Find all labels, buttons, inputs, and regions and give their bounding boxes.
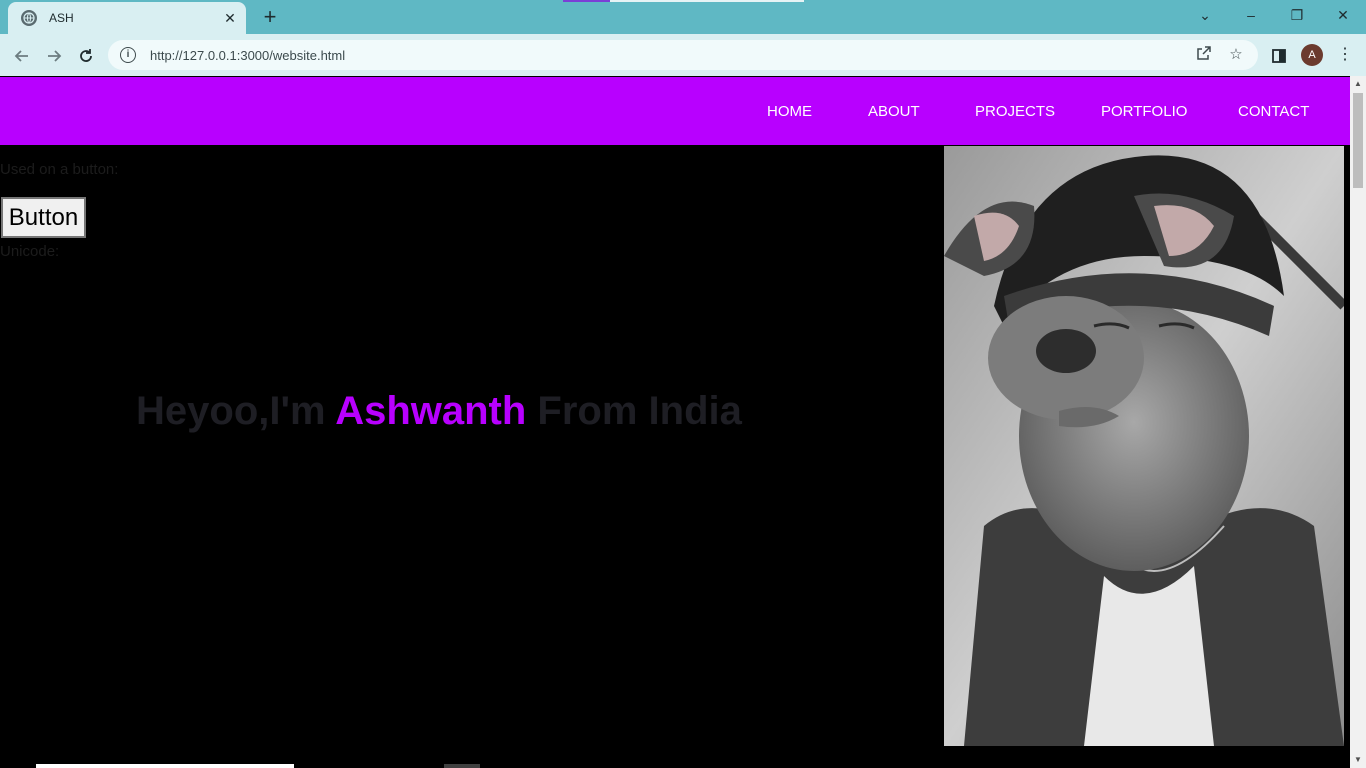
hero-name: Ashwanth — [335, 389, 527, 433]
info-icon[interactable]: i — [120, 47, 136, 63]
reload-icon — [80, 49, 92, 62]
vertical-scrollbar[interactable]: ▲ ▼ — [1350, 76, 1366, 768]
nav-contact[interactable]: CONTACT — [1238, 103, 1309, 121]
reload-button[interactable] — [74, 44, 98, 68]
hero-heading: Heyoo,I'm Ashwanth From India — [136, 389, 742, 434]
share-icon[interactable] — [1194, 45, 1214, 65]
kebab-menu-icon[interactable]: ⋮ — [1333, 44, 1357, 68]
globe-icon — [21, 10, 37, 26]
scrollbar-thumb[interactable] — [1353, 93, 1363, 188]
nav-portfolio[interactable]: PORTFOLIO — [1101, 103, 1187, 121]
close-window-button[interactable]: ✕ — [1320, 0, 1366, 30]
tab-search-dropdown-icon[interactable]: ⌄ — [1182, 0, 1228, 30]
arrow-right-icon — [48, 50, 62, 62]
url-text[interactable]: http://127.0.0.1:3000/website.html — [150, 48, 1194, 63]
profile-avatar[interactable]: A — [1301, 44, 1323, 66]
unicode-label: Unicode: — [0, 243, 60, 260]
page-viewport: HOME ABOUT PROJECTS PORTFOLIO CONTACT Us… — [0, 76, 1350, 768]
hero-prefix: Heyoo,I'm — [136, 389, 336, 433]
used-on-button-label: Used on a button: — [0, 161, 119, 178]
tab-strip-accent — [563, 0, 610, 2]
nav-home[interactable]: HOME — [767, 103, 812, 121]
tab-title: ASH — [49, 11, 74, 25]
back-button[interactable] — [10, 44, 34, 68]
horizontal-scroll-indicator — [36, 764, 294, 768]
hero-suffix: From India — [526, 389, 742, 433]
forward-button[interactable] — [42, 44, 66, 68]
browser-toolbar: i http://127.0.0.1:3000/website.html ☆ A… — [0, 34, 1366, 76]
star-icon[interactable]: ☆ — [1226, 45, 1246, 65]
browser-tab-bar: ASH ✕ + ⌄ – ❐ ✕ — [0, 0, 1366, 34]
nav-projects[interactable]: PROJECTS — [975, 103, 1055, 121]
profile-photo — [944, 146, 1344, 746]
new-tab-button[interactable]: + — [258, 6, 282, 30]
nav-about[interactable]: ABOUT — [868, 103, 920, 121]
minimize-button[interactable]: – — [1228, 0, 1274, 30]
demo-button[interactable]: Button — [1, 197, 86, 238]
scroll-up-arrow-icon[interactable]: ▲ — [1350, 76, 1366, 92]
arrow-left-icon — [14, 50, 28, 62]
close-tab-icon[interactable]: ✕ — [222, 10, 238, 26]
side-panel-icon[interactable] — [1267, 44, 1291, 68]
scroll-down-arrow-icon[interactable]: ▼ — [1350, 752, 1366, 768]
tab-strip-highlight — [563, 0, 804, 2]
site-navbar: HOME ABOUT PROJECTS PORTFOLIO CONTACT — [0, 77, 1350, 145]
restore-button[interactable]: ❐ — [1274, 0, 1320, 30]
browser-tab[interactable]: ASH ✕ — [8, 2, 246, 34]
horizontal-scroll-indicator-secondary — [444, 764, 480, 768]
address-bar[interactable]: i http://127.0.0.1:3000/website.html ☆ — [108, 40, 1258, 70]
